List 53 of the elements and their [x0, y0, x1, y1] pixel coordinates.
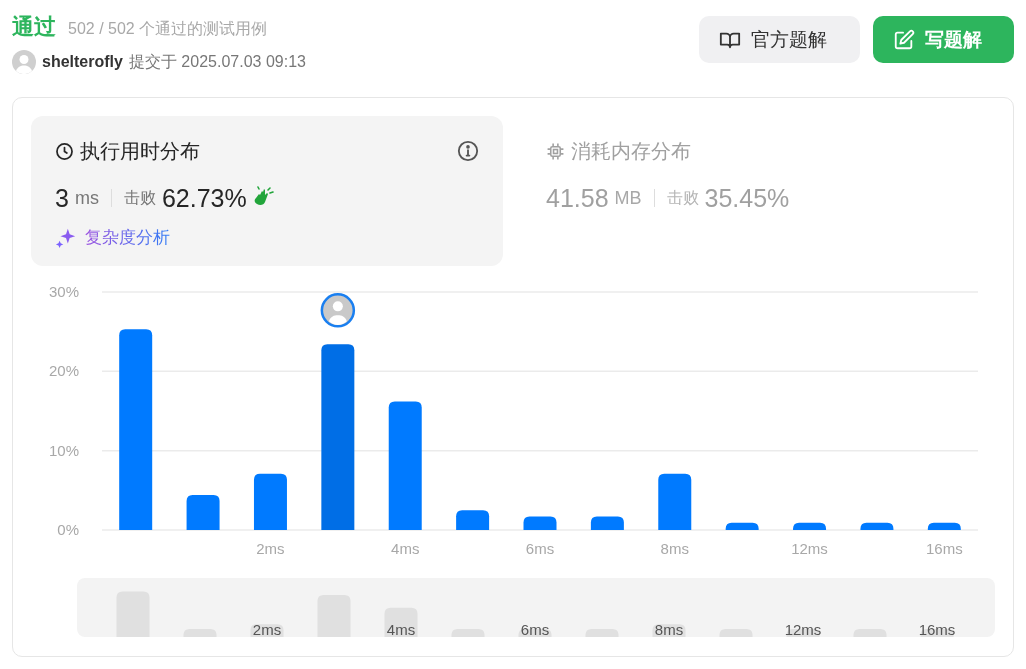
metric-unit: ms — [74, 187, 99, 209]
beats-label: 击败 — [666, 187, 699, 208]
y-axis-label: 30% — [48, 283, 79, 300]
bar[interactable] — [793, 522, 827, 530]
bar[interactable] — [927, 522, 961, 530]
y-axis-label: 0% — [57, 521, 79, 538]
bar[interactable] — [119, 329, 153, 530]
official-solution-button[interactable]: 官方题解 — [699, 16, 860, 63]
overview-label: 12ms — [784, 621, 822, 637]
x-axis-label: 4ms — [391, 540, 420, 557]
panel-title: 消耗内存分布 — [571, 138, 691, 164]
bar[interactable] — [725, 522, 759, 530]
user-avatar-icon — [320, 293, 356, 328]
bar[interactable] — [321, 344, 355, 530]
clock-icon — [55, 141, 74, 161]
beats-percent: 35.45% — [704, 183, 790, 213]
overview-label: 2ms — [252, 621, 282, 637]
metric-value: 41.58 — [546, 183, 609, 213]
info-icon[interactable] — [457, 140, 479, 162]
bar[interactable] — [590, 516, 624, 530]
panel-title: 执行用时分布 — [80, 138, 200, 164]
overview-label: 6ms — [520, 621, 550, 637]
bar[interactable] — [860, 522, 894, 530]
chip-icon — [546, 141, 565, 161]
x-axis-label: 6ms — [525, 540, 555, 557]
bar[interactable] — [388, 401, 422, 530]
x-axis-label: 16ms — [925, 540, 963, 557]
bar[interactable] — [186, 495, 220, 530]
edit-icon — [893, 28, 915, 51]
x-axis-label: 2ms — [256, 540, 285, 557]
range-overview[interactable]: 2ms 4ms 6ms 8ms 12ms 16ms — [77, 578, 995, 637]
x-axis-label: 8ms — [660, 540, 689, 557]
metric-unit: MB — [614, 187, 642, 209]
bar[interactable] — [253, 473, 287, 530]
bar[interactable] — [456, 510, 490, 530]
bar[interactable] — [658, 473, 692, 530]
status-verdict: 通过 — [12, 13, 56, 41]
bar[interactable] — [523, 516, 557, 530]
runtime-panel[interactable]: 执行用时分布 3 ms 击败 62.73% 复杂度分析 — [31, 116, 503, 266]
metric-value: 3 — [55, 183, 69, 213]
username[interactable]: shelterofly — [42, 53, 123, 71]
y-axis-label: 10% — [48, 441, 79, 459]
complexity-analysis-link[interactable]: 复杂度分析 — [85, 226, 170, 249]
beats-percent: 62.73% — [161, 183, 247, 213]
avatar-icon — [12, 50, 36, 74]
y-axis-label: 20% — [48, 362, 79, 380]
overview-label: 8ms — [654, 621, 684, 637]
overview-label: 16ms — [918, 621, 956, 637]
x-axis-label: 12ms — [791, 540, 828, 557]
overview-label: 4ms — [386, 621, 416, 637]
test-count: 502 / 502 个通过的测试用例 — [68, 19, 268, 39]
beats-label: 击败 — [123, 187, 156, 208]
submission-time: 提交于 2025.07.03 09:13 — [128, 51, 306, 72]
